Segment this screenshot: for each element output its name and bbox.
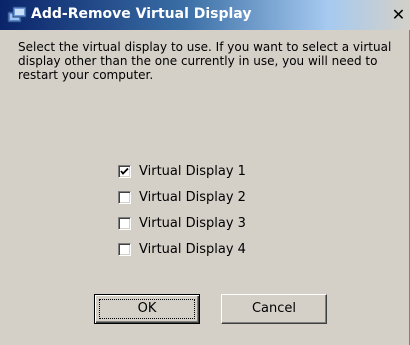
checkbox-display-2[interactable] <box>118 190 131 204</box>
description-text: Select the virtual display to use. If yo… <box>18 40 392 82</box>
display-option-1[interactable]: Virtual Display 1 <box>118 163 246 179</box>
checkbox-label[interactable]: Virtual Display 1 <box>139 164 246 179</box>
app-display-icon <box>7 6 27 23</box>
dialog-window: Add-Remove Virtual Display ✕ Select the … <box>0 0 410 345</box>
checkbox-label[interactable]: Virtual Display 2 <box>139 190 246 205</box>
focus-ring <box>99 299 195 319</box>
window-title: Add-Remove Virtual Display <box>31 6 252 22</box>
checkbox-label[interactable]: Virtual Display 3 <box>139 216 246 231</box>
display-option-3[interactable]: Virtual Display 3 <box>118 215 246 231</box>
checkbox-display-1[interactable] <box>118 164 131 178</box>
title-bar[interactable]: Add-Remove Virtual Display ✕ <box>0 0 410 30</box>
ok-button[interactable]: OK <box>94 294 200 324</box>
close-icon: ✕ <box>391 5 406 24</box>
checkmark-icon <box>120 167 129 175</box>
display-option-2[interactable]: Virtual Display 2 <box>118 189 246 205</box>
cancel-button[interactable]: Cancel <box>221 294 327 324</box>
display-option-4[interactable]: Virtual Display 4 <box>118 241 246 257</box>
checkbox-display-4[interactable] <box>118 242 131 256</box>
checkbox-display-3[interactable] <box>118 216 131 230</box>
checkbox-label[interactable]: Virtual Display 4 <box>139 242 246 257</box>
cancel-button-label: Cancel <box>251 301 297 316</box>
close-button[interactable]: ✕ <box>390 6 407 24</box>
